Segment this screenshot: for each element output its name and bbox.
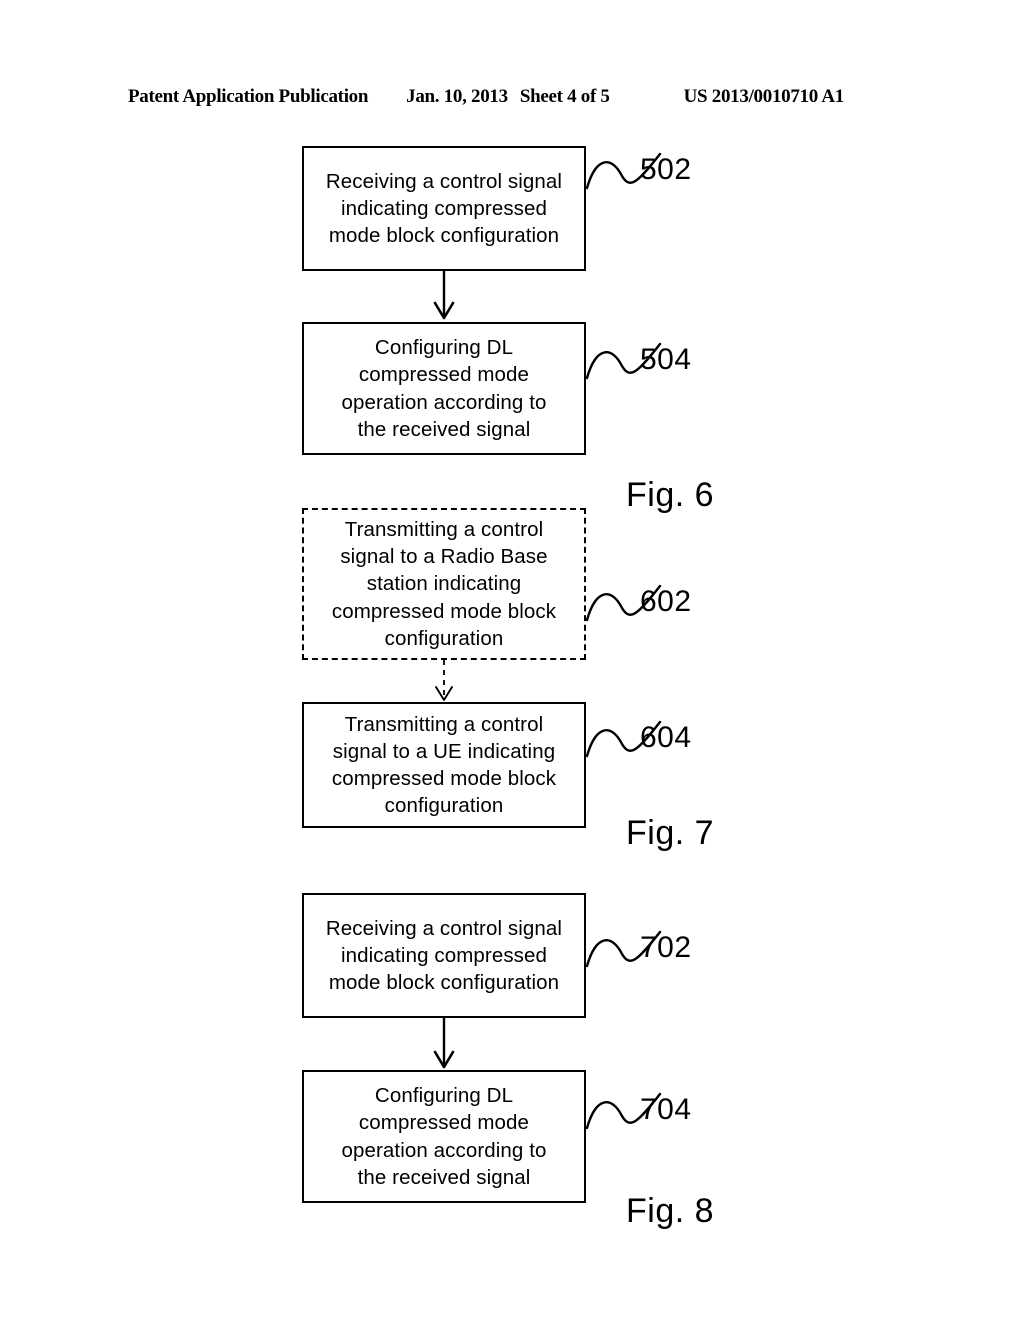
flow-box-604-line-4: configuration [384, 794, 504, 818]
flow-box-702-line-1: Receiving a control signal [325, 916, 563, 940]
reference-numeral-504: 504 [640, 343, 692, 376]
header-date-label: Jan. 10, 2013 [406, 86, 508, 107]
flow-box-602-line-1: Transmitting a control [344, 517, 544, 541]
reference-numeral-602: 602 [640, 585, 692, 618]
flow-arrow-502-to-504 [430, 271, 458, 321]
flow-box-704-line-1: Configuring DL [374, 1084, 514, 1107]
header-publication-label: Patent Application Publication [128, 86, 369, 107]
flow-box-502-line-3: mode block configuration [328, 224, 560, 248]
flow-box-602-text: Transmitting a control signal to a Radio… [314, 516, 574, 652]
flow-box-602-line-4: compressed mode block [331, 599, 557, 623]
flow-box-502-text: Receiving a control signal indicating co… [314, 168, 574, 250]
flow-box-704-line-3: operation according to [341, 1138, 547, 1162]
flow-box-702: Receiving a control signal indicating co… [302, 893, 586, 1018]
flow-box-504-line-4: the received signal [357, 417, 531, 441]
flow-box-702-line-2: indicating compressed [340, 943, 548, 967]
flow-arrow-702-to-704 [430, 1018, 458, 1070]
reference-numeral-704: 704 [640, 1093, 692, 1126]
flow-box-704: Configuring DL compressed mode operation… [302, 1070, 586, 1203]
figure-caption-6: Fig. 6 [626, 476, 715, 514]
flow-box-604-line-3: compressed mode block [331, 767, 557, 790]
flow-box-502-line-2: indicating compressed [340, 196, 548, 220]
flow-box-604: Transmitting a control signal to a UE in… [302, 702, 586, 828]
figure-caption-7: Fig. 7 [626, 814, 715, 852]
flow-box-602: Transmitting a control signal to a Radio… [302, 508, 586, 660]
flow-box-604-text: Transmitting a control signal to a UE in… [314, 711, 574, 820]
flow-box-504-line-3: operation according to [341, 390, 547, 414]
flow-box-602-line-5: configuration [384, 626, 504, 650]
flow-box-504-line-2: compressed mode [358, 363, 530, 387]
reference-numeral-702: 702 [640, 931, 692, 964]
reference-numeral-502: 502 [640, 153, 692, 186]
header-patent-number: US 2013/0010710 A1 [683, 86, 845, 107]
flow-box-602-line-3: station indicating [366, 572, 522, 596]
flow-box-502: Receiving a control signal indicating co… [302, 146, 586, 271]
flow-box-702-text: Receiving a control signal indicating co… [314, 915, 574, 997]
flow-box-704-line-2: compressed mode [358, 1111, 530, 1135]
flow-box-504-line-1: Configuring DL [374, 336, 514, 359]
figure-caption-8: Fig. 8 [626, 1192, 715, 1230]
flow-box-602-line-2: signal to a Radio Base [340, 545, 548, 569]
flow-box-502-line-1: Receiving a control signal [325, 169, 563, 193]
flow-box-504: Configuring DL compressed mode operation… [302, 322, 586, 455]
flow-arrow-602-to-604 [430, 660, 458, 704]
flow-box-704-text: Configuring DL compressed mode operation… [314, 1082, 574, 1191]
header-sheet-label: Sheet 4 of 5 [519, 86, 610, 107]
reference-numeral-604: 604 [640, 721, 692, 754]
flow-box-702-line-3: mode block configuration [328, 971, 560, 995]
flow-box-604-line-1: Transmitting a control [344, 712, 544, 736]
flow-box-504-text: Configuring DL compressed mode operation… [314, 334, 574, 443]
flow-box-604-line-2: signal to a UE indicating [332, 739, 556, 763]
flow-box-704-line-4: the received signal [357, 1165, 531, 1189]
page-header: Patent Application Publication Jan. 10, … [128, 86, 896, 112]
patent-drawing-page: Patent Application Publication Jan. 10, … [0, 0, 1024, 1320]
